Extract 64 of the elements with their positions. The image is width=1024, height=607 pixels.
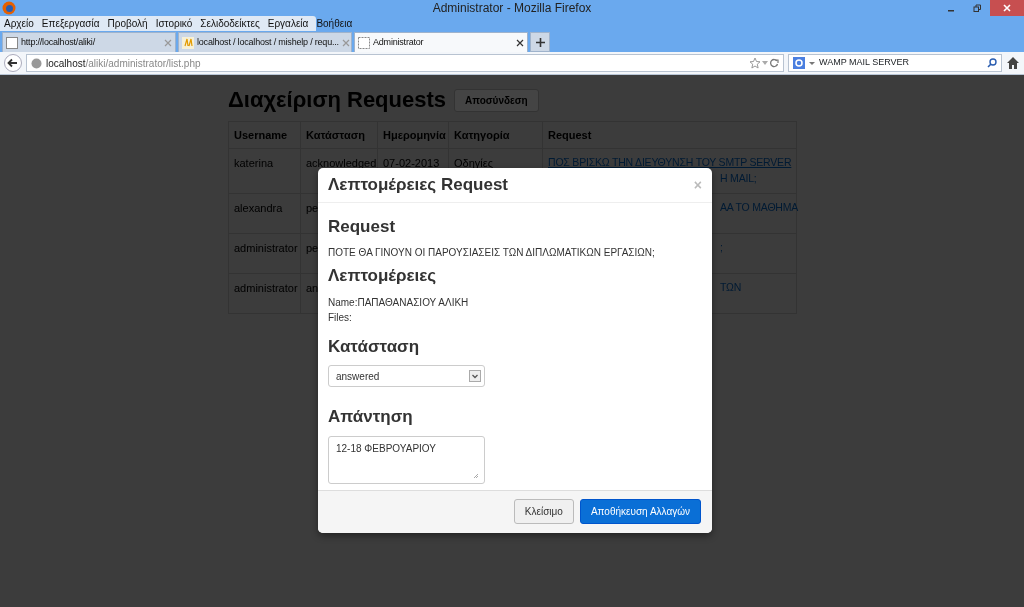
browser-tab[interactable]: localhost / localhost / mishelp / requ... [178,32,352,52]
back-button-icon[interactable] [4,54,22,72]
column-header: Username [228,121,301,149]
detail-text: Name:ΠΑΠΑΘΑΝΑΣΙΟΥ ΑΛΙΚΗ [328,295,470,310]
answer-field[interactable]: 12-18 ΦΕΒΡΟΥΑΡΙΟΥ [328,435,485,484]
menu-item[interactable]: Σελιδοδείκτες [196,16,264,31]
window-title: Administrator - Mozilla Firefox [431,0,593,16]
tab-favicon-icon [182,36,194,49]
section-heading: Λεπτομέρειες [328,266,438,287]
restore-icon [973,4,981,12]
browser-tab[interactable]: Administrator [354,32,528,52]
search-icon[interactable] [987,58,997,68]
dropdown-icon [809,60,815,66]
close-dialog-button[interactable]: Κλείσιμο [513,499,574,525]
menu-item[interactable]: Αρχείο [0,16,38,31]
section-heading: Κατάσταση [328,336,421,358]
column-header: Request [542,121,797,149]
table-cell: katerina [234,157,274,170]
address-bar[interactable]: localhost/aliki/administrator/list.php [26,54,784,72]
save-button[interactable]: Αποθήκευση Αλλαγών [579,499,701,525]
dropdown-icon [469,370,481,383]
browser-logo-icon [2,1,16,15]
page-heading: Διαχείριση Requests [228,87,447,114]
url-text: localhost/aliki/administrator/list.php [46,56,201,71]
table-cell: Οδηγίες [454,157,493,170]
column-header: Ημερομηνία [377,121,449,149]
modal-title: Λεπτομέρειες Request [328,174,508,196]
column-header: Κατηγορία [448,121,543,149]
tab-close-icon[interactable] [516,38,524,47]
globe-icon [31,57,42,69]
table-cell: an [306,281,319,294]
page-icon [358,36,370,49]
table-cell: administrator [234,241,298,254]
home-icon[interactable] [1006,56,1020,70]
request-text: ΠΟΤΕ ΘΑ ΓΙΝΟΥΝ ΟΙ ΠΑΡΟΥΣΙΑΣΕΙΣ ΤΩΝ ΔΙΠΛΩΜΑΤΙΚΩΝ ΕΡΓΑΣΙΩΝ; [328,246,656,261]
star-icon[interactable] [749,57,761,69]
reload-icon[interactable] [769,58,779,68]
dropdown-icon[interactable] [761,59,769,67]
section-heading: Request [328,217,397,238]
menu-item[interactable]: Βοήθεια [312,16,357,31]
close-button[interactable] [990,0,1024,16]
search-text: WAMP MAIL SERVER [819,56,911,70]
table-cell: administrator [234,281,298,294]
menu-item[interactable]: Προβολή [103,16,152,31]
search-engine-icon [793,57,805,69]
menu-item[interactable]: Ιστορικό [151,16,197,31]
detail-text: Files: [328,310,353,325]
table-cell: pe [306,201,319,214]
browser-tab[interactable]: http://localhost/aliki/ [2,32,176,52]
table-cell: 07-02-2013 [383,157,440,170]
table-cell: acknowledged [306,157,377,170]
page-icon [6,36,18,49]
new-tab-button[interactable] [530,32,550,52]
search-field[interactable]: WAMP MAIL SERVER [788,54,1002,72]
table-cell: pe [306,241,319,254]
menu-item[interactable]: Εργαλεία [263,16,313,31]
section-heading: Απάντηση [328,407,414,428]
table-cell: alexandra [234,201,283,214]
close-icon [1003,4,1011,12]
status-select[interactable]: answered [328,365,485,388]
menu-item[interactable]: Επεξεργασία [37,16,104,31]
resize-handle-icon[interactable] [473,472,479,479]
column-header: Κατάσταση [300,121,378,149]
plus-icon [535,37,545,47]
